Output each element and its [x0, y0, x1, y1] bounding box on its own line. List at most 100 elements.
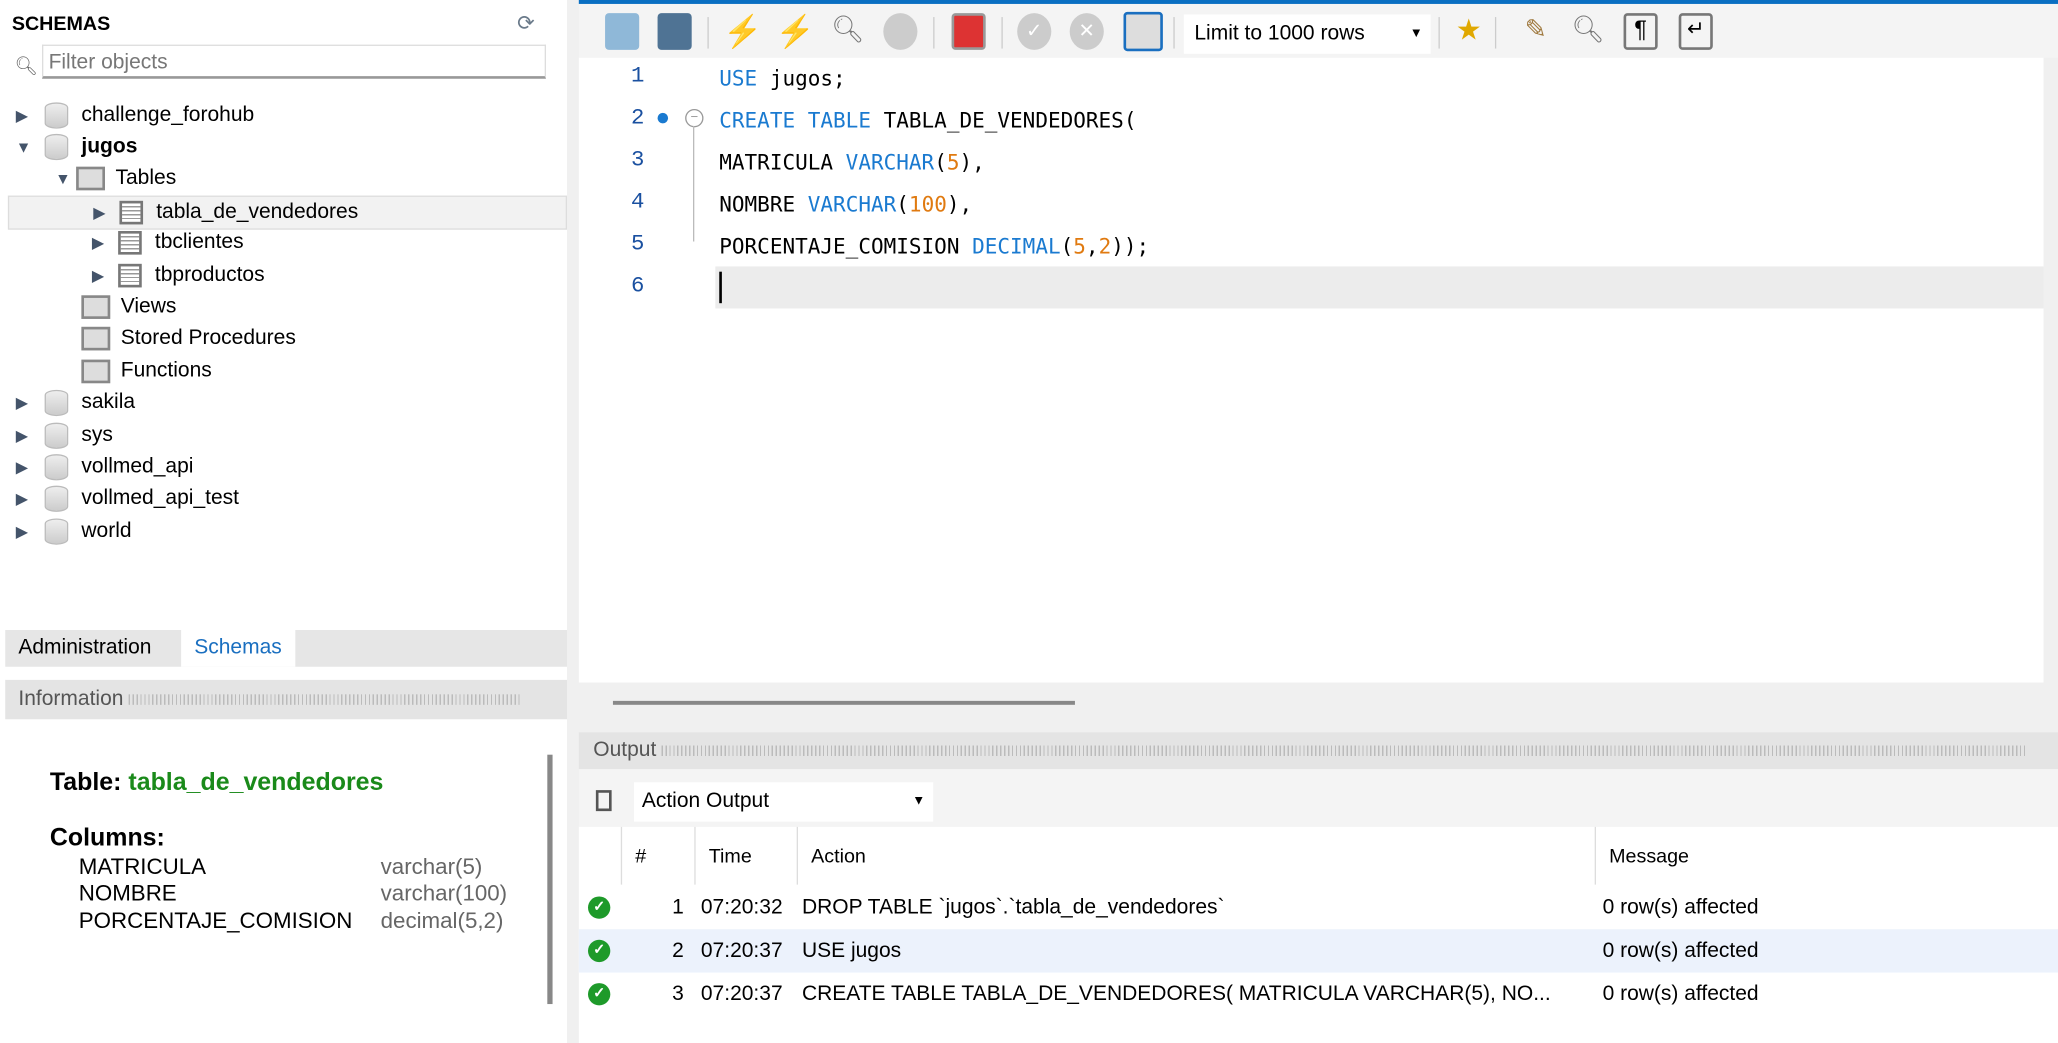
views-folder[interactable]: Views — [81, 291, 176, 323]
execute-current-icon[interactable]: ⚡ — [776, 13, 815, 49]
information-header: Information — [5, 679, 567, 720]
code-token-plain: PORCENTAJE_COMISION — [719, 233, 973, 259]
row-message: 0 row(s) affected — [1602, 983, 1759, 1006]
code-token-plain: MATRICULA — [719, 149, 846, 175]
code-token-kw: VARCHAR — [845, 149, 935, 175]
schema-sakila[interactable]: ▶ sakila — [16, 387, 135, 419]
functions-folder[interactable]: Functions — [81, 356, 212, 388]
collapse-icon[interactable]: ▼ — [55, 163, 76, 195]
functions-folder-icon — [81, 359, 111, 383]
column-type: varchar(100) — [380, 880, 508, 906]
success-icon: ✓ — [588, 983, 611, 1006]
current-line-highlight — [715, 266, 2044, 309]
schemas-title: SCHEMAS — [11, 13, 111, 36]
folder-label: Stored Procedures — [120, 326, 296, 350]
editor-horizontal-scrollbar[interactable] — [578, 682, 2058, 722]
fold-line — [693, 126, 695, 242]
row-message: 0 row(s) affected — [1602, 939, 1759, 963]
schema-vollmed-api-test[interactable]: ▶ vollmed_api_test — [16, 483, 239, 515]
column-header-action[interactable]: Action — [796, 826, 1595, 885]
database-icon — [44, 422, 69, 449]
stored-procedures-folder[interactable]: Stored Procedures — [81, 323, 296, 355]
row-message: 0 row(s) affected — [1602, 896, 1759, 919]
table-label: tbproductos — [154, 263, 265, 287]
database-icon — [44, 389, 69, 416]
explain-icon[interactable]: 🔍︎ — [831, 13, 865, 50]
rollback-icon[interactable]: ✕ — [1069, 13, 1104, 50]
code-line: PORCENTAJE_COMISION DECIMAL(5,2)); — [719, 234, 1149, 259]
search-icon: 🔍︎ — [14, 55, 38, 77]
find-icon[interactable]: 🔍︎ — [1571, 13, 1605, 50]
expand-icon[interactable]: ▶ — [16, 516, 37, 548]
output-row[interactable]: ✓ 3 07:20:37 CREATE TABLE TABLA_DE_VENDEDOR… — [579, 973, 2058, 1016]
scrollbar-thumb[interactable] — [612, 700, 1075, 705]
table-tbclientes[interactable]: ▶ tbclientes — [92, 227, 244, 259]
stop-icon[interactable] — [883, 13, 918, 50]
limit-rows-select[interactable]: Limit to 1000 rows ▼ — [1183, 14, 1431, 54]
column-header-time[interactable]: Time — [694, 826, 796, 885]
code-token-plain: ( — [934, 149, 947, 175]
copy-icon[interactable] — [595, 790, 612, 812]
column-name: MATRICULA — [78, 854, 207, 880]
column-header-message[interactable]: Message — [1594, 826, 2058, 885]
fold-icon[interactable]: − — [685, 108, 704, 128]
code-line: USE jugos; — [719, 66, 845, 91]
expand-icon[interactable]: ▶ — [16, 483, 37, 515]
expand-icon[interactable]: ▶ — [93, 197, 114, 229]
views-folder-icon — [81, 295, 111, 319]
open-file-icon[interactable] — [605, 13, 640, 50]
expand-icon[interactable]: ▶ — [16, 387, 37, 419]
toggle-error-icon[interactable] — [951, 13, 986, 50]
separator — [1438, 17, 1440, 49]
tables-folder[interactable]: ▼ Tables — [55, 163, 176, 195]
code-token-plain: TABLA_DE_VENDEDORES( — [870, 107, 1137, 133]
column-header-number[interactable]: # — [620, 826, 695, 885]
schema-world[interactable]: ▶ world — [16, 516, 132, 548]
table-name: tabla_de_vendedores — [128, 769, 384, 797]
schema-challenge-forohub[interactable]: ▶ challenge_forohub — [16, 100, 254, 132]
tab-schemas[interactable]: Schemas — [181, 630, 295, 667]
action-output-grid: # Time Action Message ✓ 1 07:20:32 DROP TAB… — [578, 826, 2058, 1043]
expand-icon[interactable]: ▶ — [16, 100, 37, 132]
table-info: Table: tabla_de_vendedores — [50, 769, 384, 798]
expand-icon[interactable]: ▶ — [16, 420, 37, 452]
database-icon — [44, 133, 69, 160]
add-snippet-icon[interactable]: ★ — [1452, 13, 1486, 50]
output-title: Output — [593, 738, 657, 762]
schema-vollmed-api[interactable]: ▶ vollmed_api — [16, 452, 193, 484]
autocommit-toggle-icon[interactable] — [1123, 11, 1163, 52]
separator — [933, 17, 935, 49]
refresh-icon[interactable]: ⟳ — [517, 11, 535, 37]
wrap-lines-icon[interactable]: ↵ — [1678, 13, 1713, 50]
schema-sys[interactable]: ▶ sys — [16, 420, 113, 452]
line-number: 1 — [631, 64, 645, 90]
invisible-chars-icon[interactable]: ¶ — [1623, 13, 1658, 50]
table-tabla-de-vendedores[interactable]: ▶ tabla_de_vendedores — [7, 195, 567, 230]
execute-icon[interactable]: ⚡ — [723, 13, 762, 49]
tab-administration[interactable]: Administration — [5, 630, 164, 667]
separator — [1173, 17, 1175, 49]
schema-jugos[interactable]: ▼ jugos — [16, 131, 137, 163]
sql-toolbar: ⚡ ⚡ 🔍︎ ✓ ✕ Limit to 1000 rows ▼ ★ ✎ 🔍︎ ¶ … — [578, 0, 2058, 58]
output-row[interactable]: ✓ 2 07:20:37 USE jugos 0 row(s) affected — [578, 929, 2058, 973]
info-scrollbar[interactable] — [547, 754, 553, 1005]
sql-editor[interactable]: 1 2 3 4 5 6 USE jugos; CREATE TABLE TABLA_DE_V… — [578, 57, 2044, 683]
line-number: 4 — [631, 190, 645, 216]
commit-icon[interactable]: ✓ — [1017, 13, 1052, 50]
output-type-select[interactable]: Action Output ▼ — [633, 782, 934, 822]
expand-icon[interactable]: ▶ — [92, 227, 113, 259]
schema-label: sakila — [81, 391, 136, 414]
save-icon[interactable] — [657, 13, 692, 50]
collapse-icon[interactable]: ▼ — [16, 131, 37, 163]
schema-label: challenge_forohub — [81, 103, 255, 126]
beautify-icon[interactable]: ✎ — [1519, 13, 1553, 50]
filter-objects-input[interactable]: Filter objects — [42, 44, 546, 79]
output-row[interactable]: ✓ 1 07:20:32 DROP TABLE `jugos`.`tabla_de_v… — [579, 886, 2058, 929]
table-tbproductos[interactable]: ▶ tbproductos — [92, 260, 265, 292]
expand-icon[interactable]: ▶ — [92, 260, 113, 292]
code-token-plain: NOMBRE — [719, 191, 808, 217]
code-token-kw: VARCHAR — [807, 191, 897, 217]
splitter[interactable] — [567, 0, 579, 1043]
drag-grip — [128, 694, 523, 705]
expand-icon[interactable]: ▶ — [16, 452, 37, 484]
